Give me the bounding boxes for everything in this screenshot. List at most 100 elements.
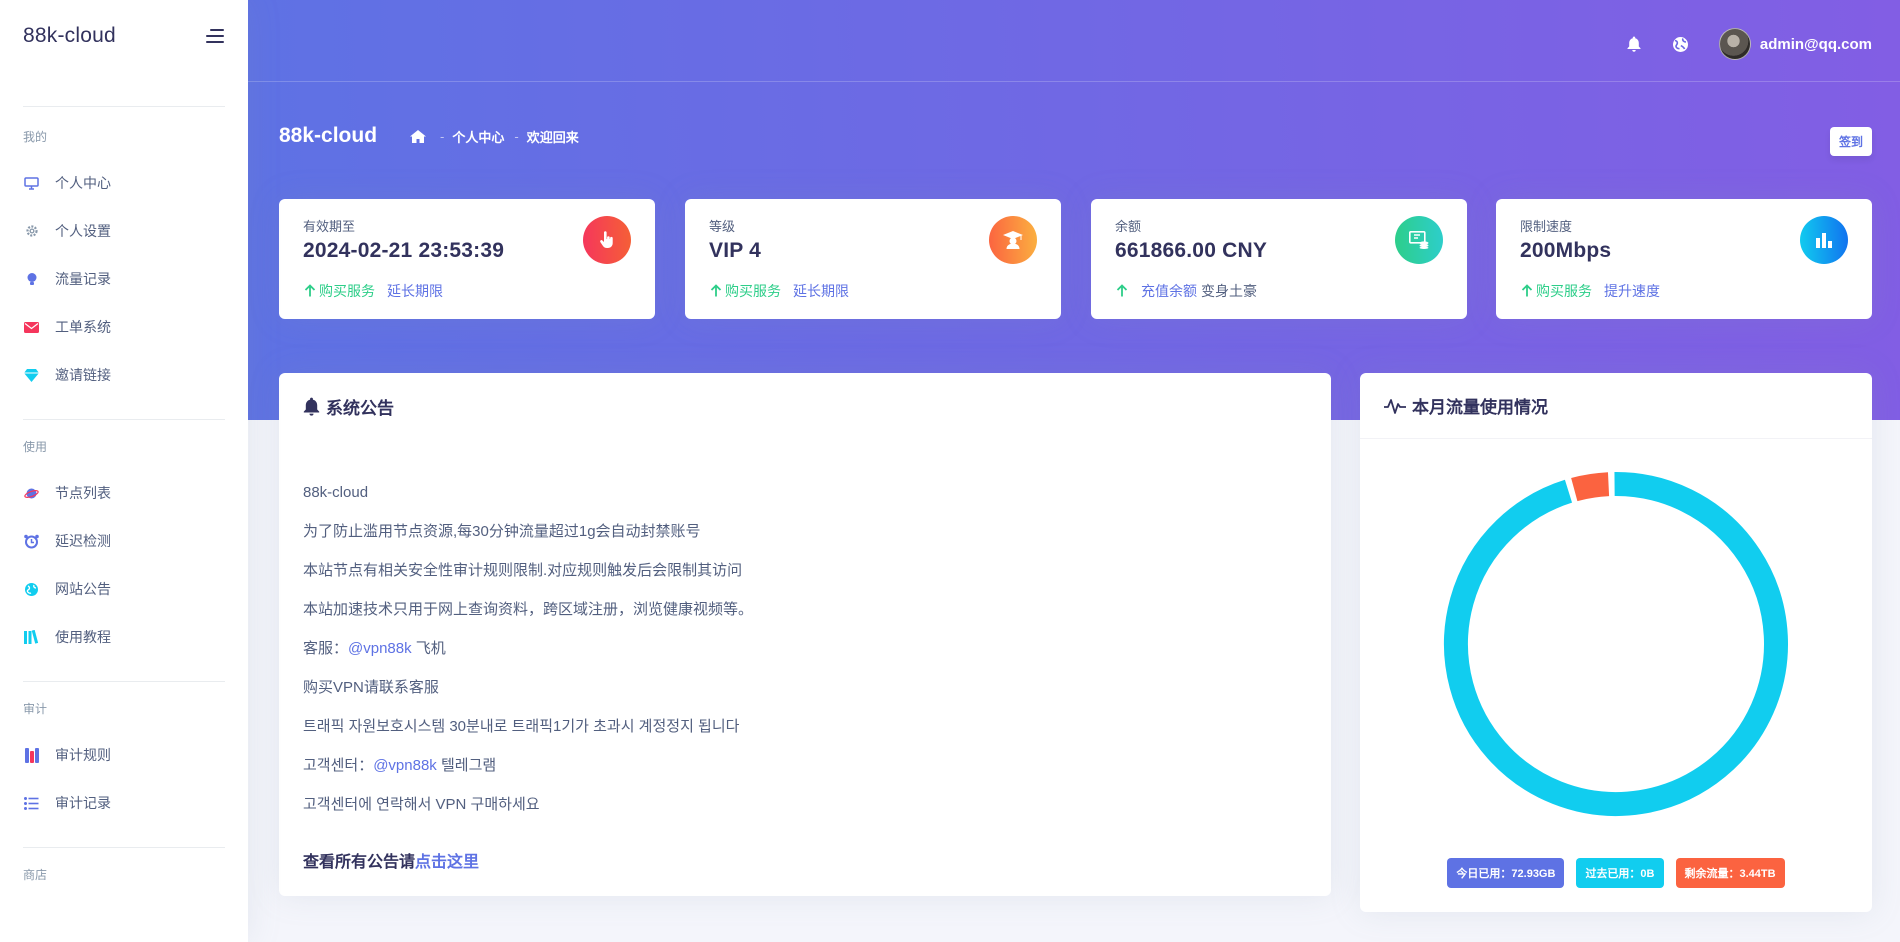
user-name[interactable]: admin@qq.com xyxy=(1760,36,1872,53)
sidebar-item-tutorials[interactable]: 使用教程 xyxy=(0,613,248,661)
sidebar-item-latency[interactable]: 延迟检测 xyxy=(0,517,248,565)
topbar-actions: admin@qq.com xyxy=(1624,28,1872,60)
checkin-button[interactable]: 签到 xyxy=(1829,127,1872,156)
bulb-icon xyxy=(23,271,40,287)
sidebar: 88k-cloud 我的 个人中心 个人设置 流量记录 工单系统 邀请链接 使用… xyxy=(0,0,248,942)
section-title-audit: 审计 xyxy=(23,702,48,716)
stat-footer: 充值余额 变身土豪 xyxy=(1115,281,1257,301)
all-notices-link[interactable]: 点击这里 xyxy=(415,854,479,871)
stat-card-level: 等级 VIP 4 购买服务 延长期限 xyxy=(685,199,1061,319)
remaining-badge: 剩余流量：3.44TB xyxy=(1675,858,1785,888)
sidebar-item-profile[interactable]: 个人中心 xyxy=(0,159,248,207)
stat-label: 有效期至 xyxy=(303,219,356,234)
telegram-link[interactable]: @vpn88k xyxy=(373,757,437,774)
stat-value: 2024-02-21 23:53:39 xyxy=(303,239,505,262)
notice-line: 为了防止滥用节点资源,每30分钟流量超过1g会自动封禁账号 xyxy=(303,523,701,540)
traffic-legend: 今日已用：72.93GB 过去已用：0B 剩余流量：3.44TB xyxy=(1360,858,1872,888)
sidebar-item-label: 工单系统 xyxy=(55,319,111,335)
monitor-icon xyxy=(23,175,40,191)
sidebar-item-label: 个人中心 xyxy=(55,175,111,191)
sidebar-item-label: 延迟检测 xyxy=(55,533,111,549)
breadcrumb-item[interactable]: 个人中心 xyxy=(452,127,504,146)
globe-icon[interactable] xyxy=(1671,34,1691,54)
sidebar-toggle-button[interactable] xyxy=(204,29,224,43)
arrow-up-icon xyxy=(1521,284,1533,297)
notice-line: 트래픽 자원보호시스템 30분내로 트래픽1기가 초과시 계정정지 됩니다 xyxy=(303,718,740,735)
all-notices: 查看所有公告请点击这里 xyxy=(303,848,1307,872)
stat-value: VIP 4 xyxy=(709,239,761,262)
sidebar-item-label: 使用教程 xyxy=(55,629,111,645)
sidebar-item-tickets[interactable]: 工单系统 xyxy=(0,303,248,351)
traffic-donut-chart xyxy=(1444,472,1788,816)
notice-panel: 系统公告 88k-cloud 为了防止滥用节点资源,每30分钟流量超过1g会自动… xyxy=(279,373,1331,896)
text: 客服： xyxy=(303,640,349,657)
notice-line: 购买VPN请联系客服 xyxy=(303,679,439,696)
notice-header: 系统公告 xyxy=(279,373,1331,439)
section-title-use: 使用 xyxy=(23,440,48,454)
section-title-shop: 商店 xyxy=(23,868,48,882)
notice-line: 本站节点有相关安全性审计规则限制.对应规则触发后会限制其访问 xyxy=(303,562,743,579)
bell-icon xyxy=(303,397,320,416)
notice-service-line: 客服：@vpn88k 飞机 xyxy=(303,629,1307,668)
breadcrumb-separator: - xyxy=(514,128,519,144)
alarm-clock-icon xyxy=(23,533,40,549)
stat-footer: 购买服务 延长期限 xyxy=(709,281,849,301)
sidebar-item-audit-log[interactable]: 审计记录 xyxy=(0,779,248,827)
donut-slice-used xyxy=(1571,472,1610,502)
avatar[interactable] xyxy=(1718,28,1751,60)
pointer-hand-icon xyxy=(583,216,631,264)
stat-card-speed: 限制速度 200Mbps 购买服务 提升速度 xyxy=(1496,199,1872,319)
page-header: 88k-cloud - 个人中心 - 欢迎回来 xyxy=(279,124,579,148)
buy-service-link[interactable]: 购买服务 xyxy=(1536,281,1592,301)
planet-icon xyxy=(23,485,40,501)
text: 飞机 xyxy=(411,640,446,657)
stat-footer: 购买服务 延长期限 xyxy=(303,281,443,301)
notice-content: 88k-cloud 为了防止滥用节点资源,每30分钟流量超过1g会自动封禁账号 … xyxy=(279,439,1331,872)
sidebar-item-settings[interactable]: 个人设置 xyxy=(0,207,248,255)
stat-card-balance: 余额 661866.00 CNY 充值余额 变身土豪 xyxy=(1091,199,1467,319)
list-icon xyxy=(23,795,40,811)
sidebar-item-label: 审计记录 xyxy=(55,795,111,811)
home-icon[interactable] xyxy=(410,129,427,143)
sidebar-item-label: 个人设置 xyxy=(55,223,111,239)
stat-footer: 购买服务 提升速度 xyxy=(1520,281,1660,301)
arrow-up-icon xyxy=(1116,284,1128,297)
stat-label: 限制速度 xyxy=(1520,219,1573,234)
buy-service-link[interactable]: 购买服务 xyxy=(725,281,781,301)
sidebar-item-nodes[interactable]: 节点列表 xyxy=(0,469,248,517)
sidebar-item-announcements[interactable]: 网站公告 xyxy=(0,565,248,613)
sidebar-item-label: 节点列表 xyxy=(55,485,111,501)
buy-service-link[interactable]: 购买服务 xyxy=(319,281,375,301)
bell-icon[interactable] xyxy=(1624,34,1644,54)
ruler-icon xyxy=(23,747,40,763)
graduate-icon xyxy=(989,216,1037,264)
traffic-panel: 本月流量使用情况 今日已用：72.93GB 过去已用：0B 剩余流量：3.44T… xyxy=(1360,373,1872,912)
upgrade-speed-link[interactable]: 提升速度 xyxy=(1604,281,1660,301)
books-icon xyxy=(23,629,40,645)
money-icon xyxy=(1395,216,1443,264)
text: 고객센터： xyxy=(303,757,374,774)
extend-link[interactable]: 延长期限 xyxy=(387,281,443,301)
pulse-icon xyxy=(1384,398,1406,414)
sidebar-item-invite[interactable]: 邀请链接 xyxy=(0,351,248,399)
stat-label: 余额 xyxy=(1115,219,1142,234)
telegram-link[interactable]: @vpn88k xyxy=(348,640,412,657)
globe-icon xyxy=(23,581,40,597)
sidebar-item-traffic-log[interactable]: 流量记录 xyxy=(0,255,248,303)
sidebar-item-audit-rules[interactable]: 审计规则 xyxy=(0,731,248,779)
text: 텔레그램 xyxy=(436,757,497,774)
bar-chart-icon xyxy=(1800,216,1848,264)
sidebar-item-label: 流量记录 xyxy=(55,271,111,287)
extend-link[interactable]: 延长期限 xyxy=(793,281,849,301)
past-used-badge: 过去已用：0B xyxy=(1576,858,1664,888)
breadcrumb-separator: - xyxy=(440,128,445,144)
sidebar-item-label: 网站公告 xyxy=(55,581,111,597)
recharge-link[interactable]: 充值余额 xyxy=(1141,281,1197,301)
arrow-up-icon xyxy=(710,284,722,297)
stat-note: 变身土豪 xyxy=(1201,283,1257,299)
breadcrumb: - 个人中心 - 欢迎回来 xyxy=(410,127,579,146)
donut-slice-remaining xyxy=(1444,472,1788,816)
brand-name[interactable]: 88k-cloud xyxy=(23,24,116,48)
stat-label: 等级 xyxy=(709,219,736,234)
page-title: 88k-cloud xyxy=(279,124,378,147)
